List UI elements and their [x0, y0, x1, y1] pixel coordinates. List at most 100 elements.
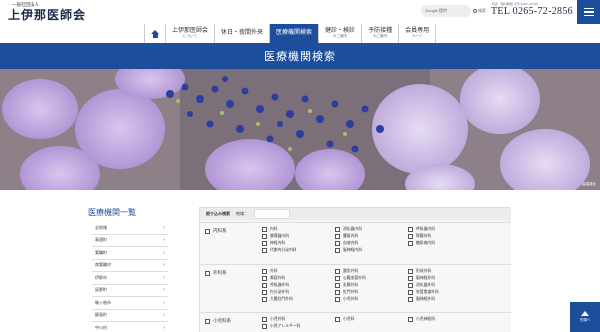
checkbox[interactable]	[335, 317, 340, 323]
checkbox[interactable]	[262, 241, 267, 247]
checkbox[interactable]	[262, 248, 267, 254]
specialty-option[interactable]: 小児アレルギー科	[262, 324, 335, 330]
nav-about[interactable]: 上伊那医師会 について	[166, 24, 216, 43]
specialty-option[interactable]: 糖尿病内科	[408, 241, 481, 247]
checkbox[interactable]	[262, 283, 267, 289]
specialty-option[interactable]: 神経内科	[262, 241, 335, 247]
checkbox[interactable]	[335, 269, 340, 275]
checkbox[interactable]	[205, 270, 210, 276]
nav-home[interactable]	[144, 24, 166, 43]
checkbox[interactable]	[408, 283, 413, 289]
specialty-option[interactable]: 腎臓内科	[408, 234, 481, 240]
checkbox[interactable]	[335, 234, 340, 240]
filter-panel: 絞り込み検索 地域： 内科系 内科 消化器内科 呼吸器内科 循環器内科 腫瘍内科 腎臓内科…	[199, 207, 511, 332]
specialty-option[interactable]: 代謝内分泌内科	[262, 248, 335, 254]
site-logo[interactable]: 上伊那医師会	[8, 6, 86, 23]
specialty-option[interactable]: 整形外科	[335, 269, 408, 275]
checkbox[interactable]	[262, 276, 267, 282]
checkbox[interactable]	[262, 234, 267, 240]
category-surgery: 外科系 外科 整形外科 形成外科 美容外科 心臓血管外科 脳神経外科 呼吸器外科 乳腺外科 消化…	[200, 264, 511, 312]
area-label: 地域：	[236, 211, 248, 216]
specialty-option[interactable]: 気管食道外科	[408, 290, 481, 296]
specialty-option[interactable]: 呼吸器内科	[408, 227, 481, 233]
specialty-option[interactable]: 小児外科	[262, 317, 335, 323]
nav-checkup[interactable]: 健診・検診 のご案内	[319, 24, 363, 43]
sidebar-item[interactable]: 箕輪町 ›	[92, 247, 168, 260]
checkbox[interactable]	[262, 324, 267, 330]
checkbox[interactable]	[205, 318, 210, 324]
specialty-option[interactable]: 脳神経外科	[408, 297, 481, 303]
checkbox[interactable]	[262, 297, 267, 303]
nav-holiday[interactable]: 休日・夜間外来	[215, 24, 271, 43]
specialty-option[interactable]: 血液内科	[335, 241, 408, 247]
checkbox[interactable]	[408, 241, 413, 247]
chevron-right-icon: ›	[163, 299, 165, 306]
sidebar-item[interactable]: 高遠町 ›	[92, 235, 168, 247]
category-label[interactable]: 小児科系	[205, 318, 231, 324]
specialty-option[interactable]: 小児神経科	[408, 317, 481, 323]
search-button-label: 検索	[478, 8, 486, 13]
specialty-option[interactable]: 内分泌外科	[262, 290, 335, 296]
specialty-option[interactable]: 肛門外科	[335, 290, 408, 296]
specialty-option[interactable]: 内科	[262, 227, 335, 233]
home-icon	[151, 29, 159, 38]
specialty-option[interactable]: 形成外科	[408, 269, 481, 275]
sidebar-item[interactable]: 飯島町 ›	[92, 310, 168, 322]
category-internal: 内科系 内科 消化器内科 呼吸器内科循環器内科 腫瘍内科 腎臓内科神経内科 血液内科 糖尿病…	[200, 222, 511, 264]
menu-button[interactable]	[577, 0, 600, 24]
nav-members[interactable]: 会員専用 ページ	[399, 24, 437, 43]
checkbox[interactable]	[408, 227, 413, 233]
specialty-option[interactable]: 脳神経内科	[335, 248, 408, 254]
chevron-right-icon: ›	[163, 237, 165, 244]
search-button[interactable]: 検索	[473, 5, 487, 17]
checkbox[interactable]	[335, 241, 340, 247]
specialty-option[interactable]: 心臓血管外科	[335, 276, 408, 282]
checkbox[interactable]	[335, 227, 340, 233]
checkbox[interactable]	[262, 227, 267, 233]
specialty-option[interactable]: 呼吸器外科	[262, 283, 335, 289]
nav-vaccination[interactable]: 予防接種 のご案内	[362, 24, 400, 43]
checkbox[interactable]	[408, 317, 413, 323]
specialty-option[interactable]: 消化器内科	[335, 227, 408, 233]
hero-image: 高遠城址	[0, 69, 600, 190]
area-select[interactable]	[254, 209, 290, 219]
specialty-option[interactable]: 脳神経外科	[408, 276, 481, 282]
checkbox[interactable]	[408, 234, 413, 240]
checkbox[interactable]	[408, 297, 413, 303]
sidebar-item[interactable]: 全地域 ›	[92, 222, 168, 235]
checkbox[interactable]	[335, 276, 340, 282]
specialty-option[interactable]: 小児科	[335, 317, 408, 323]
category-label[interactable]: 外科系	[205, 270, 227, 276]
checkbox[interactable]	[335, 297, 340, 303]
specialty-option[interactable]: 美容外科	[262, 276, 335, 282]
specialty-option	[408, 248, 481, 254]
specialty-option[interactable]: 小児外科	[335, 297, 408, 303]
category-label[interactable]: 内科系	[205, 228, 227, 234]
specialty-option[interactable]: 大腸肛門外科	[262, 297, 335, 303]
sidebar-item[interactable]: 中川村 ›	[92, 322, 168, 332]
sidebar-item[interactable]: 南箕輪村 ›	[92, 260, 168, 272]
checkbox[interactable]	[408, 269, 413, 275]
specialty-option[interactable]: 腫瘍内科	[335, 234, 408, 240]
back-to-top-button[interactable]: 先頭へ	[570, 302, 600, 332]
sidebar-title: 医療機関一覧	[88, 208, 136, 217]
sidebar-item[interactable]: 駒ヶ根市 ›	[92, 297, 168, 310]
sidebar-item[interactable]: 伊那市 ›	[92, 272, 168, 285]
checkbox[interactable]	[205, 228, 210, 234]
specialty-option[interactable]: 循環器内科	[262, 234, 335, 240]
nav-search[interactable]: 医療機関検索	[270, 24, 320, 43]
specialty-option[interactable]: 乳腺外科	[335, 283, 408, 289]
search-input[interactable]: Google 提供	[421, 5, 471, 17]
checkbox[interactable]	[408, 276, 413, 282]
checkbox[interactable]	[335, 290, 340, 296]
specialty-option[interactable]: 消化器外科	[408, 283, 481, 289]
checkbox[interactable]	[262, 317, 267, 323]
checkbox[interactable]	[262, 290, 267, 296]
specialty-option[interactable]: 外科	[262, 269, 335, 275]
checkbox[interactable]	[408, 290, 413, 296]
checkbox[interactable]	[335, 283, 340, 289]
sidebar-item[interactable]: 辰野町 ›	[92, 285, 168, 297]
checkbox[interactable]	[262, 269, 267, 275]
checkbox[interactable]	[335, 248, 340, 254]
chevron-right-icon: ›	[163, 262, 165, 269]
